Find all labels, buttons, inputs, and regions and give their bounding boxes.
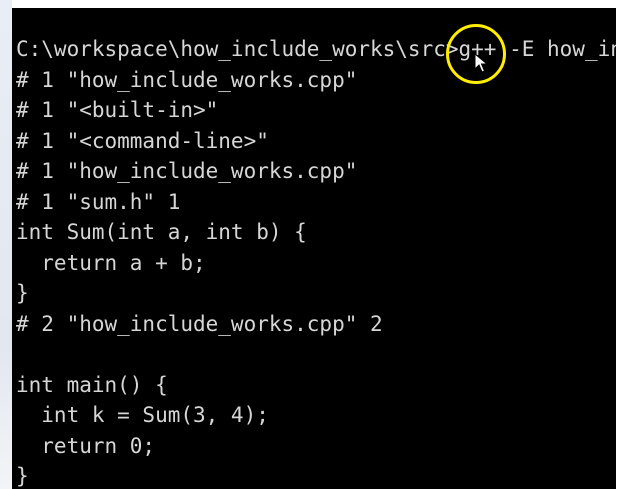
output-line: int k = Sum(3, 4); bbox=[16, 403, 269, 427]
mouse-pointer-icon bbox=[474, 53, 488, 73]
console-output: C:\workspace\how_include_works\src>g++ -… bbox=[16, 34, 616, 489]
command-prompt-line[interactable]: C:\workspace\how_include_works\src>g++ -… bbox=[16, 34, 616, 65]
screenshot-frame: C:\workspace\how_include_works\src>g++ -… bbox=[0, 0, 622, 489]
window-edge bbox=[0, 0, 12, 489]
output-line bbox=[16, 339, 616, 370]
output-line: int main() { bbox=[16, 372, 168, 397]
output-line: # 1 "<command-line>" bbox=[16, 128, 269, 153]
output-line: # 2 "how_include_works.cpp" 2 bbox=[16, 311, 383, 336]
output-line: # 1 "how_include_works.cpp" bbox=[16, 159, 358, 183]
output-line: # 1 "sum.h" 1 bbox=[16, 189, 181, 214]
console-window[interactable]: C:\workspace\how_include_works\src>g++ -… bbox=[12, 8, 616, 489]
output-line: # 1 "<built-in>" bbox=[16, 98, 219, 122]
output-line: int Sum(int a, int b) { bbox=[16, 220, 307, 244]
output-line: # 1 "how_include_works.cpp" bbox=[16, 67, 358, 92]
output-line: } bbox=[16, 464, 29, 488]
output-line: } bbox=[16, 281, 29, 305]
output-line: return a + b; bbox=[16, 250, 206, 275]
output-line: return 0; bbox=[16, 433, 156, 458]
